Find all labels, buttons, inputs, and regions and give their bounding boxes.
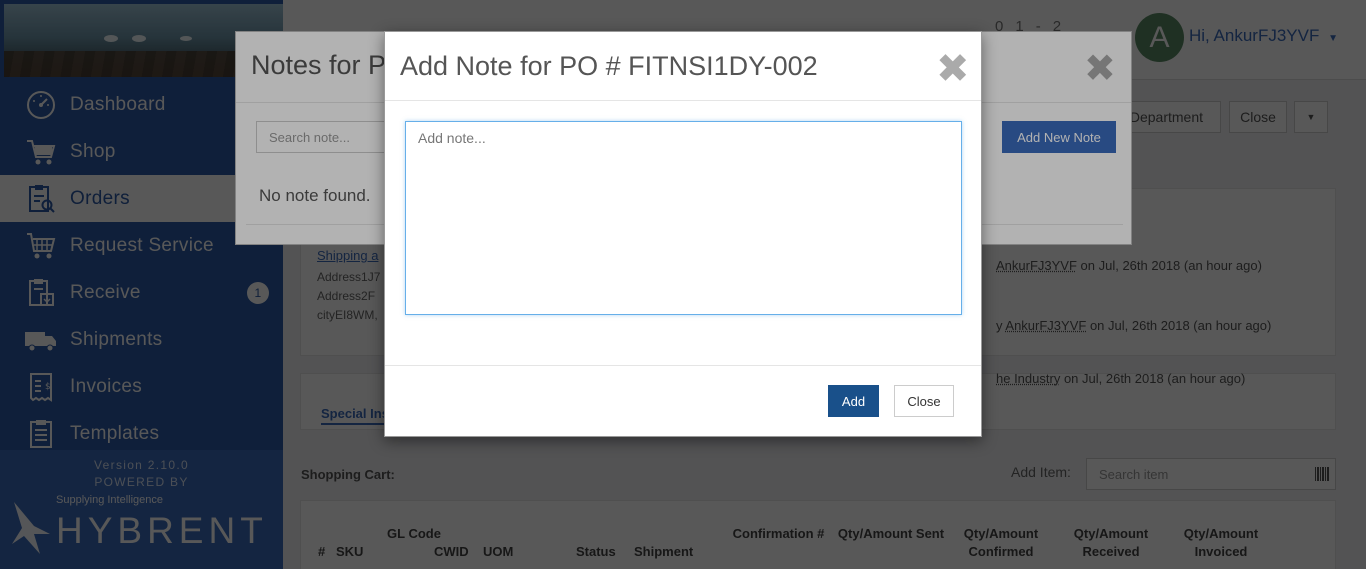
add-note-modal-title: Add Note for PO # FITNSI1DY-002 (400, 51, 818, 81)
close-icon[interactable]: ✖ (936, 49, 970, 89)
add-note-button[interactable]: Add (828, 385, 879, 417)
close-modal-button[interactable]: Close (894, 385, 954, 417)
add-note-modal: Add Note for PO # FITNSI1DY-002 ✖ Add Cl… (384, 31, 982, 437)
note-textarea[interactable] (405, 121, 962, 315)
divider (385, 100, 981, 101)
divider (385, 365, 981, 366)
